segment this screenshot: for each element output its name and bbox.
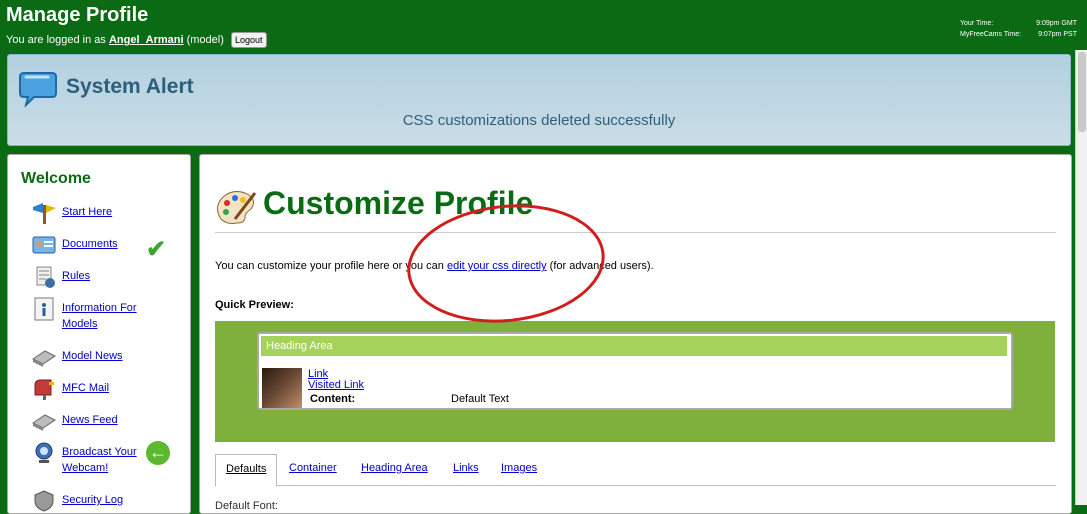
sidebar-item-start-here[interactable]: Start Here xyxy=(31,201,152,225)
default-font-label: Default Font: xyxy=(215,500,278,512)
signpost-icon xyxy=(33,203,56,224)
mailbox-icon xyxy=(34,379,54,400)
sidebar-item-mfc-mail[interactable]: MFC Mail xyxy=(31,377,152,401)
preview-links: Link Visited Link xyxy=(308,369,364,391)
quick-preview-area: Heading Area Link Visited Link Content: … xyxy=(215,321,1055,442)
main-content: Customize Profile You can customize your… xyxy=(199,154,1072,514)
sidebar-item-security-log[interactable]: Security Log xyxy=(31,489,152,513)
time-display: Your Time: 9:09pm GMT MyFreeCams Time: 9:0… xyxy=(960,18,1077,40)
tab-container[interactable]: Container xyxy=(289,462,337,474)
scrollbar-thumb[interactable] xyxy=(1078,52,1086,132)
back-arrow-icon[interactable]: ← xyxy=(146,441,170,465)
sidebar-item-label[interactable]: MFC Mail xyxy=(62,380,152,396)
sidebar-item-label[interactable]: News Feed xyxy=(62,412,152,428)
sidebar-item-broadcast[interactable]: Broadcast Your Webcam! xyxy=(31,441,152,476)
mfc-time-value: 9:07pm PST xyxy=(1038,31,1077,38)
sidebar-item-news-feed[interactable]: News Feed xyxy=(31,409,152,433)
tab-defaults[interactable]: Defaults xyxy=(215,454,278,487)
customize-tabs: Defaults Container Heading Area Links Im… xyxy=(215,454,1056,487)
id-card-icon xyxy=(32,236,56,254)
sidebar-item-model-news[interactable]: Model News xyxy=(31,345,152,369)
sidebar-item-label[interactable]: Start Here xyxy=(62,204,152,220)
alert-message: CSS customizations deleted successfully xyxy=(402,112,676,129)
tab-links[interactable]: Links xyxy=(453,462,479,474)
preview-content-value: Default Text xyxy=(451,393,509,405)
security-icon xyxy=(34,490,54,512)
webcam-icon xyxy=(35,442,53,463)
sidebar-item-label[interactable]: Security Log xyxy=(62,492,152,508)
paint-palette-icon xyxy=(217,191,257,224)
page-title: Manage Profile xyxy=(6,4,149,26)
preview-heading-area: Heading Area xyxy=(261,336,1007,356)
tab-heading-area[interactable]: Heading Area xyxy=(361,462,428,474)
user-role: (model) xyxy=(186,33,224,46)
sidebar-item-label[interactable]: Model News xyxy=(62,348,152,364)
system-alert-panel: System Alert CSS customizations deleted … xyxy=(7,54,1071,146)
preview-visited-link[interactable]: Visited Link xyxy=(308,380,364,391)
sidebar-item-label[interactable]: Rules xyxy=(62,268,152,284)
sidebar-item-label[interactable]: Information For Models xyxy=(62,300,152,332)
preview-content-label: Content: xyxy=(310,393,356,405)
preview-profile-image xyxy=(262,368,302,408)
sidebar-item-label[interactable]: Documents xyxy=(62,236,152,252)
login-status: You are logged in as Angel_Armani (model… xyxy=(6,32,267,48)
speech-bubble-icon xyxy=(19,72,57,107)
news-icon xyxy=(32,350,56,367)
your-time-value: 9:09pm GMT xyxy=(1036,20,1077,27)
checkmark-icon: ✔ xyxy=(146,236,167,263)
alert-title: System Alert xyxy=(66,75,194,98)
logout-button[interactable]: Logout xyxy=(230,32,267,48)
your-time-label: Your Time: xyxy=(960,20,994,27)
page-scrollbar[interactable] xyxy=(1075,50,1087,505)
preview-container: Heading Area Link Visited Link Content: … xyxy=(257,332,1013,410)
sidebar: Welcome Start Here Documents Rules Infor… xyxy=(7,154,191,514)
tab-images[interactable]: Images xyxy=(501,462,537,474)
quick-preview-label: Quick Preview: xyxy=(215,299,294,311)
sidebar-title: Welcome xyxy=(21,170,91,187)
title-divider xyxy=(215,232,1056,233)
sidebar-item-rules[interactable]: Rules xyxy=(31,265,152,289)
sidebar-item-documents[interactable]: Documents xyxy=(31,233,152,257)
login-prefix: You are logged in as xyxy=(6,33,106,46)
mfc-time-label: MyFreeCams Time: xyxy=(960,31,1022,38)
sidebar-item-label[interactable]: Broadcast Your Webcam! xyxy=(62,444,152,476)
feed-icon xyxy=(32,414,56,431)
sidebar-item-information-for-models[interactable]: Information For Models xyxy=(31,297,152,332)
rules-icon xyxy=(36,266,55,288)
info-icon xyxy=(34,297,54,321)
username-link[interactable]: Angel_Armani xyxy=(109,34,184,46)
